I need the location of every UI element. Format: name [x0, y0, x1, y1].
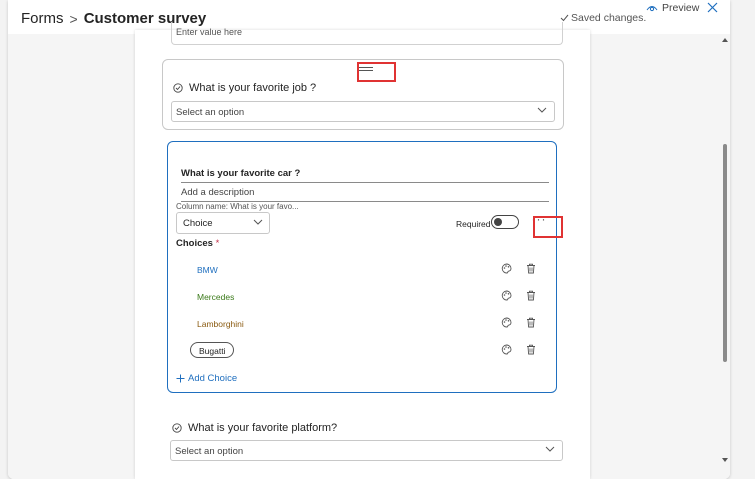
choice-item[interactable]: Bugatti: [176, 342, 550, 360]
select-placeholder: Select an option: [175, 446, 244, 457]
breadcrumb-separator: >: [69, 10, 78, 27]
column-name: Column name: What is your favo...: [176, 202, 299, 211]
required-star: *: [215, 238, 220, 249]
chevron-down-icon: [537, 107, 547, 113]
breadcrumb-root[interactable]: Forms: [21, 10, 64, 27]
highlight-more-options: [533, 216, 563, 238]
choice-item[interactable]: Lamborghini: [176, 315, 550, 333]
preview-label: Preview: [662, 2, 700, 14]
scrollbar-thumb[interactable]: [723, 144, 727, 362]
eye-icon: [646, 6, 658, 12]
choice-label[interactable]: Mercedes: [197, 292, 234, 302]
required-toggle[interactable]: [491, 215, 519, 229]
question-card-car[interactable]: What is your favorite car ? Add a descri…: [167, 141, 557, 393]
vertical-scrollbar[interactable]: [720, 34, 730, 469]
choice-label[interactable]: BMW: [197, 265, 218, 275]
choice-item[interactable]: BMW: [176, 261, 550, 279]
right-background: [590, 34, 730, 479]
question-title-job: What is your favorite job ?: [173, 82, 316, 94]
highlight-drag-handle: [357, 62, 396, 82]
select-placeholder: Select an option: [176, 107, 245, 118]
preview-button[interactable]: Preview: [646, 2, 699, 14]
text-answer-field[interactable]: Enter value here: [171, 22, 563, 45]
chevron-down-icon: [545, 446, 555, 452]
trash-icon[interactable]: [526, 344, 536, 355]
scroll-down-icon[interactable]: [722, 458, 728, 462]
trash-icon[interactable]: [526, 263, 536, 274]
choice-label[interactable]: Bugatti: [190, 342, 235, 358]
left-background: [8, 34, 135, 479]
option-select-platform[interactable]: Select an option: [170, 440, 563, 461]
save-status: Saved changes.: [560, 12, 646, 24]
choices-label-text: Choices: [176, 238, 213, 249]
trash-icon[interactable]: [526, 290, 536, 301]
palette-icon[interactable]: [501, 344, 512, 355]
palette-icon[interactable]: [501, 290, 512, 301]
choices-label: Choices *: [176, 238, 219, 249]
add-choice-label: Add Choice: [188, 373, 238, 384]
question-title-text: What is your favorite platform?: [188, 422, 338, 434]
close-icon[interactable]: [706, 1, 719, 14]
option-select-job[interactable]: Select an option: [171, 101, 555, 122]
question-type-value: Choice: [183, 218, 213, 229]
chevron-down-icon: [253, 219, 263, 225]
palette-icon[interactable]: [501, 263, 512, 274]
form-canvas: Enter value here What is your favorite j…: [135, 22, 590, 479]
description-input[interactable]: Add a description: [181, 185, 549, 202]
add-choice-button[interactable]: Add Choice: [176, 373, 237, 384]
required-label: Required: [456, 219, 491, 229]
trash-icon[interactable]: [526, 317, 536, 328]
palette-icon[interactable]: [501, 317, 512, 328]
save-status-text: Saved changes.: [571, 12, 647, 24]
choice-label[interactable]: Lamborghini: [197, 319, 244, 329]
toggle-knob: [494, 218, 502, 226]
check-circle-icon: [172, 423, 182, 433]
form-editor-window: Forms > Customer survey Saved changes. P…: [8, 0, 730, 479]
scroll-up-icon[interactable]: [722, 38, 728, 42]
question-type-dropdown[interactable]: Choice: [176, 212, 270, 234]
question-title-text: What is your favorite job ?: [189, 82, 317, 94]
choice-item[interactable]: Mercedes: [176, 288, 550, 306]
checkmark-icon: [560, 14, 569, 22]
check-circle-icon: [173, 83, 183, 93]
plus-icon: [176, 374, 185, 383]
question-title-input[interactable]: What is your favorite car ?: [181, 168, 549, 183]
question-title-platform: What is your favorite platform?: [172, 422, 337, 434]
